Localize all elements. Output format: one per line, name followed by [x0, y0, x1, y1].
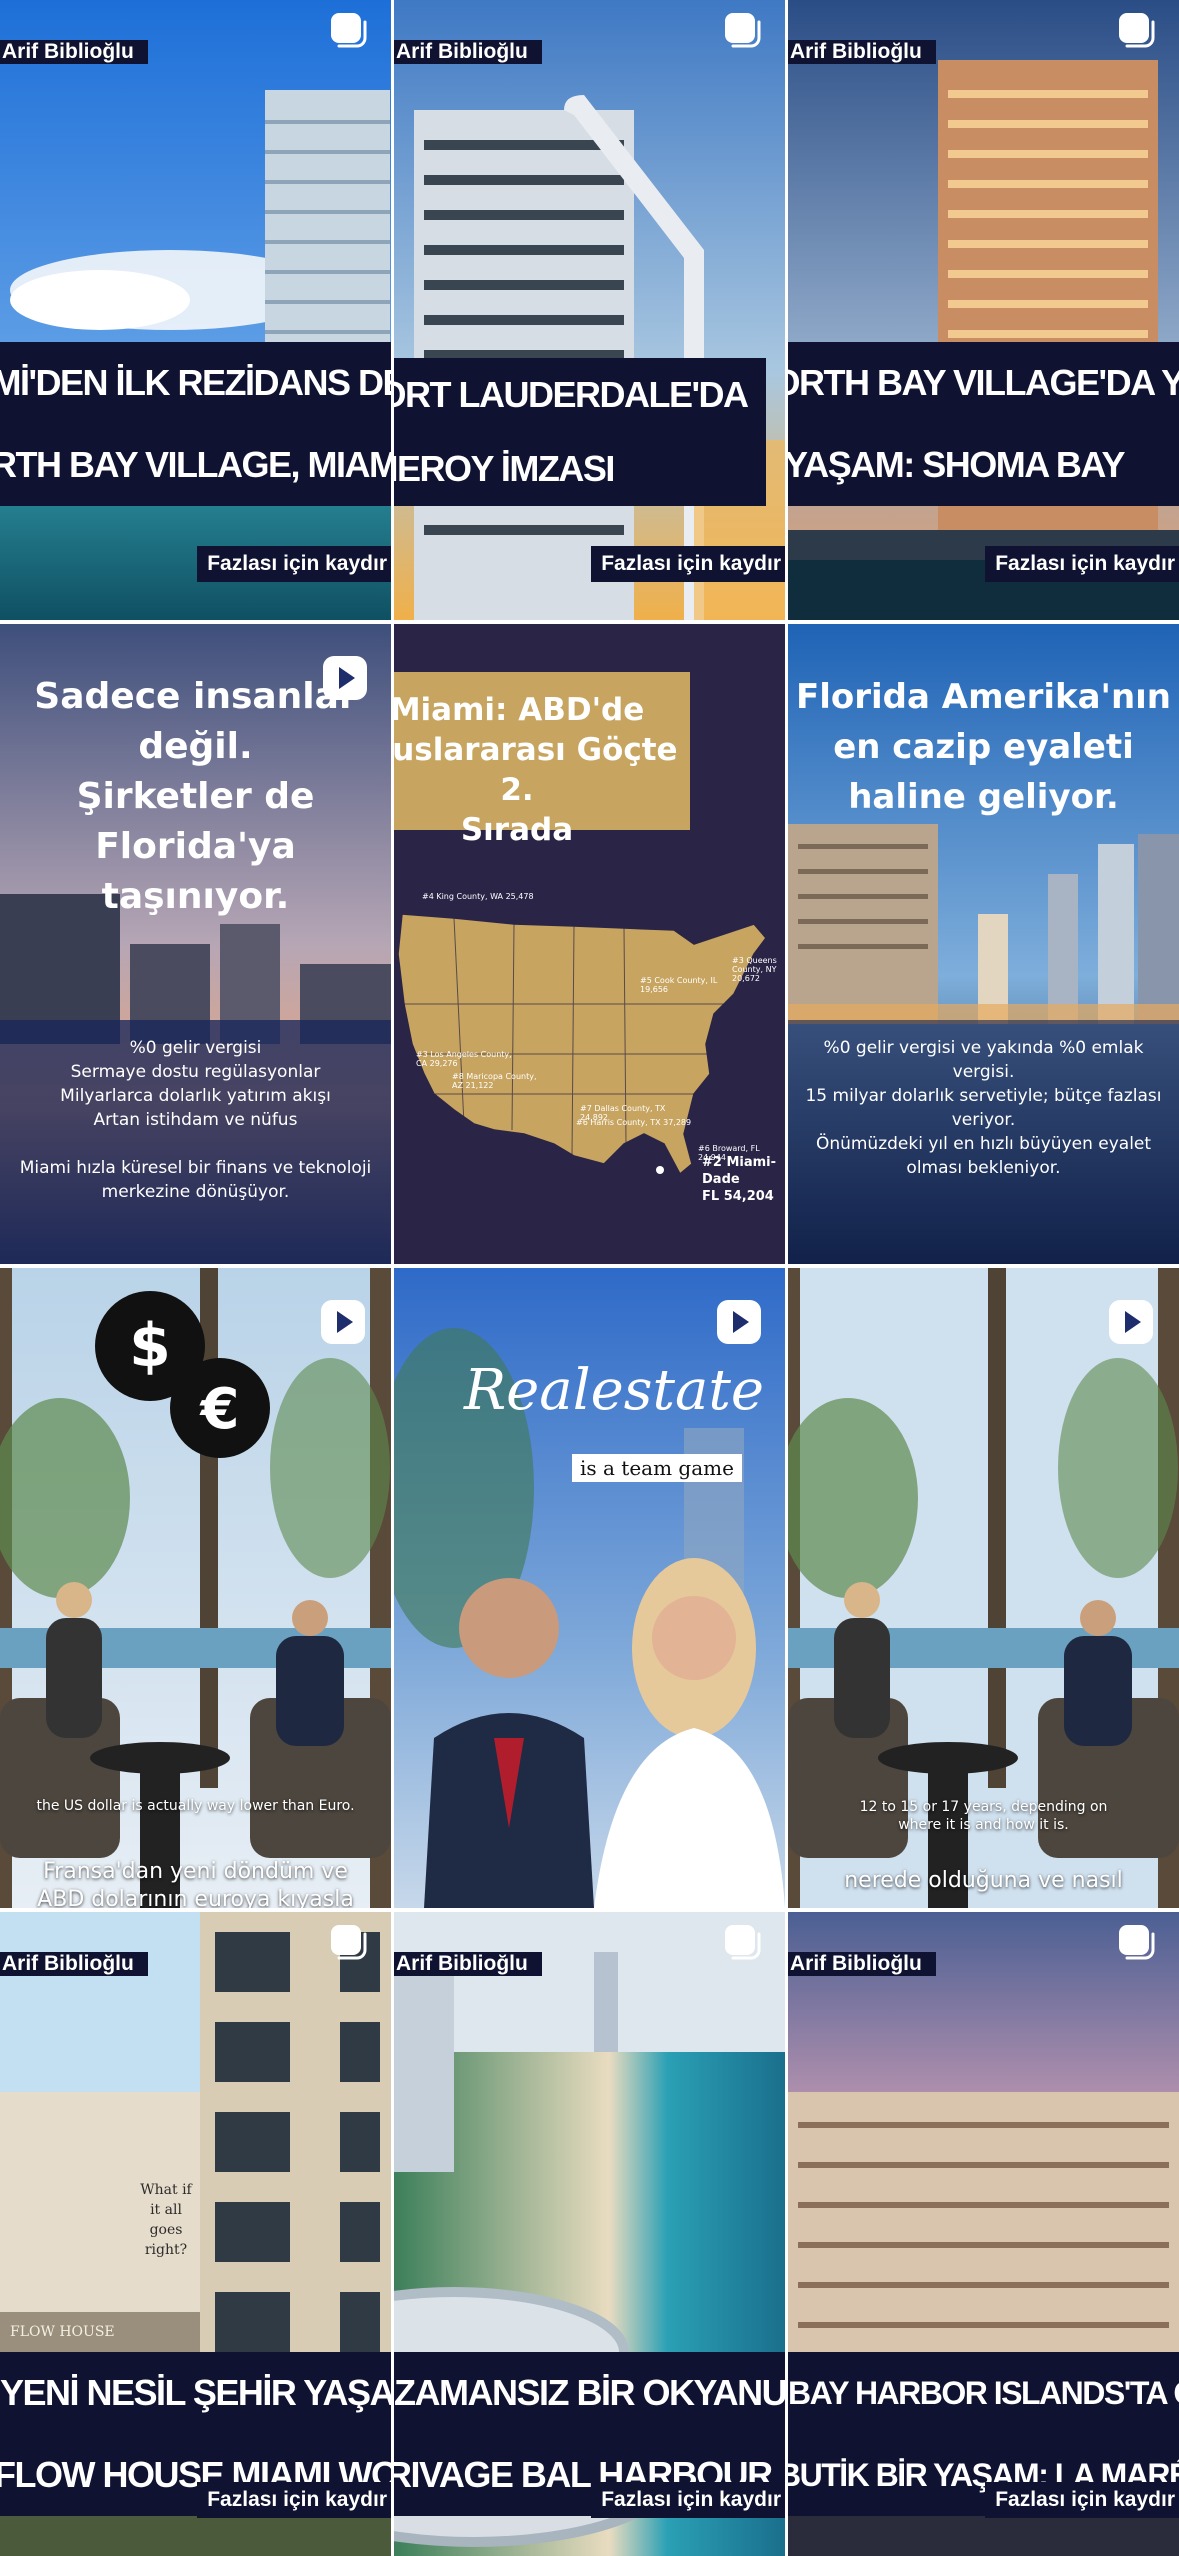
- carousel-icon: [1115, 10, 1155, 50]
- headline-line-1: BAY HARBOR ISLANDS'TA OKYANUS KENARINDA: [788, 2375, 1179, 2411]
- post-author-name: Arif Biblioğlu: [0, 1952, 148, 1976]
- svg-text:$: $: [129, 1311, 171, 1381]
- tagline-box: is a team game: [572, 1454, 742, 1482]
- post-thumbnail-image: [394, 0, 785, 620]
- post-tile-miami-migration[interactable]: Miami: ABD'de Uluslararası Göçte 2. Sıra…: [394, 624, 785, 1264]
- post-headline: MİAMİ'DEN İLK REZİDANS DENEYİMİ NORTH BA…: [0, 342, 391, 506]
- post-body-text: %0 gelir vergisi ve yakında %0 emlak ver…: [805, 1038, 1162, 1178]
- post-headline: NORTH BAY VILLAGE'DA YENİ NESİL YAŞAM: S…: [788, 342, 1179, 506]
- carousel-icon: [1115, 1922, 1155, 1962]
- swipe-for-more-label: Fazlası için kaydır: [197, 2482, 391, 2518]
- post-headline: FORT LAUDERDALE'DA PIEROY İMZASI: [394, 358, 766, 506]
- post-tile-dollar-vs-euro-reel[interactable]: $ € the US dollar is actually way lower …: [0, 1268, 391, 1908]
- headline-line-1: FORT LAUDERDALE'DA: [394, 374, 749, 415]
- post-tile-realestate-team-game[interactable]: Realestate is a team game: [394, 1268, 785, 1908]
- subtitle-english: 12 to 15 or 17 years, depending on where…: [859, 1799, 1108, 1833]
- headline-line-1: YENİ NESİL ŞEHİR YAŞAMI :: [0, 2372, 391, 2413]
- swipe-for-more-label: Fazlası için kaydır: [591, 2482, 785, 2518]
- post-title: Sadece insanlar değil. Şirketler de Flor…: [34, 676, 357, 917]
- post-title: Miami: ABD'de Uluslararası Göçte 2. Sıra…: [394, 692, 678, 848]
- headline-line-2: YAŞAM: SHOMA BAY: [788, 444, 1126, 485]
- map-label: #6 Harris County, TX 37,289: [576, 1118, 692, 1127]
- reel-icon: [1107, 1298, 1155, 1346]
- carousel-icon: [721, 10, 761, 50]
- swipe-for-more-label: Fazlası için kaydır: [985, 546, 1179, 582]
- swipe-for-more-label: Fazlası için kaydır: [197, 546, 391, 582]
- reel-icon: [319, 1298, 367, 1346]
- post-tile-north-bay-village[interactable]: Arif Biblioğlu MİAMİ'DEN İLK REZİDANS DE…: [0, 0, 391, 620]
- map-highlight-label: #2 Miami-Dade FL 54,204: [702, 1155, 777, 1204]
- post-tile-interview-reel[interactable]: 12 to 15 or 17 years, depending on where…: [788, 1268, 1179, 1908]
- post-author-name: Arif Biblioğlu: [394, 1952, 542, 1976]
- building-sign-text: What if it all goes right?: [140, 2182, 192, 2258]
- post-author-name: Arif Biblioğlu: [788, 1952, 936, 1976]
- map-label: #3 Queens County, NY 20,672: [732, 956, 777, 983]
- headline-line-2: PIEROY İMZASI: [394, 448, 615, 489]
- subtitle-english: the US dollar is actually way lower than…: [36, 1798, 355, 1814]
- post-tile-fort-lauderdale[interactable]: Arif Biblioğlu FORT LAUDERDALE'DA PIEROY…: [394, 0, 785, 620]
- building-brand-text: FLOW HOUSE: [10, 2324, 115, 2340]
- headline-line-1: NORTH BAY VILLAGE'DA YENİ NESİL: [788, 362, 1179, 403]
- headline-line-2: NORTH BAY VILLAGE, MIAMI: [0, 444, 391, 485]
- post-body-panel: %0 gelir vergisi ve yakında %0 emlak ver…: [788, 1020, 1179, 1264]
- post-thumbnail-image: [0, 0, 391, 620]
- post-thumbnail-image: [788, 0, 1179, 620]
- carousel-icon: [327, 10, 367, 50]
- map-label: #4 King County, WA 25,478: [422, 892, 534, 901]
- post-tile-companies-moving[interactable]: Sadece insanlar değil. Şirketler de Flor…: [0, 624, 391, 1264]
- post-author-name: Arif Biblioğlu: [788, 40, 936, 64]
- map-label: #5 Cook County, IL 19,656: [640, 976, 718, 994]
- swipe-for-more-label: Fazlası için kaydır: [591, 546, 785, 582]
- post-body-panel: %0 gelir vergisi Sermaye dostu regülasyo…: [0, 1020, 391, 1264]
- post-author-name: Arif Biblioğlu: [394, 40, 542, 64]
- reel-icon: [321, 654, 369, 702]
- post-body-text: %0 gelir vergisi Sermaye dostu regülasyo…: [19, 1038, 372, 1202]
- post-tile-rivage-bal-harbour[interactable]: Arif Biblioğlu ZAMANSIZ BİR OKYANUS YAŞA…: [394, 1912, 785, 2556]
- post-title: Florida Amerika'nın en cazip eyaleti hal…: [795, 677, 1172, 817]
- script-title: Realestate: [464, 1358, 765, 1423]
- post-tile-la-mare-regency[interactable]: Arif Biblioğlu BAY HARBOR ISLANDS'TA OKY…: [788, 1912, 1179, 2556]
- post-tile-florida-attractive[interactable]: Florida Amerika'nın en cazip eyaleti hal…: [788, 624, 1179, 1264]
- profile-post-grid: Arif Biblioğlu MİAMİ'DEN İLK REZİDANS DE…: [0, 0, 1179, 2556]
- post-tile-shoma-bay[interactable]: Arif Biblioğlu NORTH BAY VILLAGE'DA YENİ…: [788, 0, 1179, 620]
- map-label: #8 Maricopa County, AZ 21,122: [452, 1072, 537, 1090]
- map-label: #3 Los Angeles County, CA 29,276: [416, 1050, 512, 1068]
- post-author-name: Arif Biblioğlu: [0, 40, 148, 64]
- subtitle-turkish: Fransa'dan yeni döndüm ve ABD dolarının …: [37, 1859, 354, 1908]
- svg-text:€: €: [199, 1377, 240, 1442]
- reel-icon: [715, 1298, 763, 1346]
- headline-line-1: ZAMANSIZ BİR OKYANUS YAŞAMI:: [394, 2372, 785, 2413]
- headline-line-1: MİAMİ'DEN İLK REZİDANS DENEYİMİ: [0, 362, 391, 403]
- carousel-icon: [721, 1922, 761, 1962]
- swipe-for-more-label: Fazlası için kaydır: [985, 2482, 1179, 2518]
- post-tile-flow-house[interactable]: Arif Biblioğlu What if it all goes right…: [0, 1912, 391, 2556]
- subtitle-turkish: nerede olduğuna ve nasıl: [844, 1868, 1123, 1893]
- carousel-icon: [327, 1922, 367, 1962]
